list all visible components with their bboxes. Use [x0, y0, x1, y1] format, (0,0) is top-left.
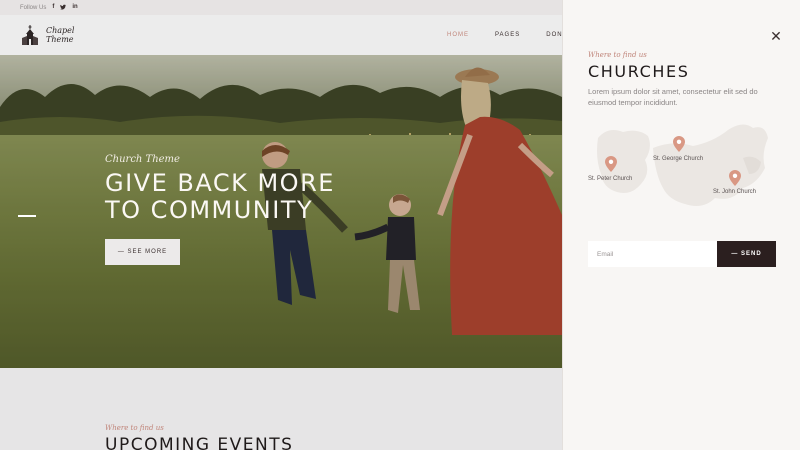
- logo-line-2: Theme: [46, 35, 74, 44]
- logo-line-1: Chapel: [46, 26, 75, 35]
- map-pin-icon[interactable]: [605, 156, 617, 172]
- hero-banner: Church Theme GIVE BACK MORE TO COMMUNITY…: [0, 55, 562, 368]
- events-title: UPCOMING EVENTS: [105, 435, 294, 450]
- map-shape: [597, 124, 768, 206]
- chapel-logo-icon: [22, 25, 38, 45]
- follow-us-label: Follow Us: [20, 4, 47, 11]
- email-input[interactable]: [588, 241, 717, 267]
- hero-subtitle: Church Theme: [105, 154, 180, 165]
- logo[interactable]: Chapel Theme: [20, 24, 74, 46]
- church-label-st-peter: St. Peter Church: [588, 176, 633, 182]
- panel-subtitle: Where to find us: [588, 51, 647, 59]
- main-nav: HOME PAGES DONATE: [447, 15, 577, 55]
- site-header: Chapel Theme HOME PAGES DONATE: [0, 15, 576, 55]
- hero-title-line-1: GIVE BACK MORE: [105, 169, 335, 197]
- social-links: f in: [52, 4, 77, 12]
- events-subtitle: Where to find us: [105, 424, 164, 432]
- hero-title-line-2: TO COMMUNITY: [105, 196, 314, 224]
- nav-item-home[interactable]: HOME: [447, 32, 469, 38]
- churches-map: St. Peter Church St. George Church St. J…: [588, 118, 783, 216]
- church-label-st-john: St. John Church: [713, 189, 757, 195]
- slider-indicator[interactable]: [18, 215, 36, 217]
- twitter-icon[interactable]: [60, 4, 67, 12]
- page: Follow Us f in Chapel Theme HOME PAGES C…: [0, 0, 800, 450]
- top-bar: Follow Us f in: [0, 0, 562, 15]
- logo-text: Chapel Theme: [46, 26, 74, 44]
- map-pin-icon[interactable]: [729, 170, 741, 186]
- churches-side-panel: ✕ Where to find us CHURCHES Lorem ipsum …: [562, 0, 800, 450]
- panel-description: Lorem ipsum dolor sit amet, consectetur …: [588, 87, 758, 107]
- map-pin-icon[interactable]: [673, 136, 685, 152]
- nav-item-pages[interactable]: PAGES: [495, 32, 520, 38]
- panel-title: CHURCHES: [588, 62, 690, 81]
- church-label-st-george: St. George Church: [653, 156, 704, 162]
- close-icon[interactable]: ✕: [770, 29, 782, 43]
- facebook-icon[interactable]: f: [52, 4, 54, 12]
- events-section: Where to find us UPCOMING EVENTS: [0, 368, 562, 450]
- hero-title: GIVE BACK MORE TO COMMUNITY: [105, 170, 335, 224]
- see-more-button[interactable]: — SEE MORE: [105, 239, 180, 265]
- linkedin-icon[interactable]: in: [72, 4, 77, 12]
- send-button[interactable]: — SEND: [717, 241, 776, 267]
